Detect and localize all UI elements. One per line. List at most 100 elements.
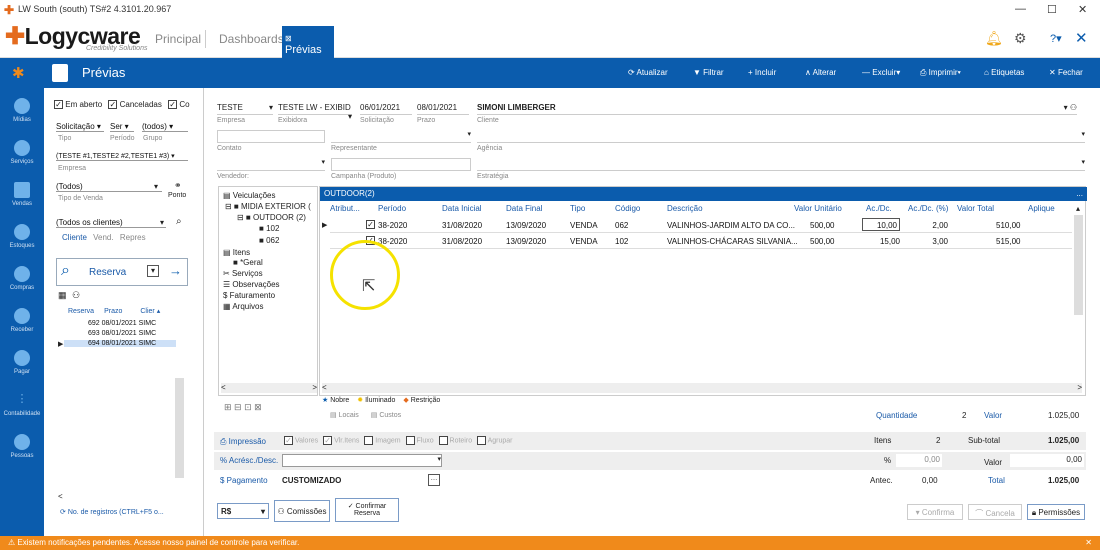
col-header[interactable]: Período — [378, 204, 406, 213]
cancela-button[interactable]: ⌒ Cancela — [968, 504, 1022, 520]
table-row-selected[interactable]: 694 08/01/2021 SIMC — [64, 340, 176, 347]
labels-button[interactable]: ⌂ Etiquetas — [984, 68, 1024, 77]
table-row[interactable]: ✓ 38-2020 31/08/2020 13/09/2020 VENDA 06… — [330, 217, 1072, 233]
close-button[interactable]: ✕ Fechar — [1049, 68, 1083, 77]
close-notification-icon[interactable]: ✕ — [1085, 538, 1092, 547]
close-window-icon[interactable]: ✕ — [1078, 3, 1087, 16]
scroll-left-icon[interactable]: < — [58, 492, 63, 501]
representante-select[interactable]: ▾ — [331, 130, 471, 143]
col-header[interactable]: Atribut... — [330, 204, 360, 213]
tree-node[interactable]: ☰ Observações — [223, 280, 280, 289]
table-row[interactable]: 692 08/01/2021 SIMC — [88, 320, 156, 327]
clientes-select[interactable]: (Todos os clientes) — [56, 218, 166, 228]
sidebar-item-compras[interactable]: Compras — [0, 266, 44, 291]
edit-button[interactable]: ∧ Alterar — [805, 68, 836, 77]
col-header[interactable]: Valor Unitário — [794, 204, 842, 213]
grid-hscrollbar[interactable]: < > — [322, 383, 1082, 393]
col-header[interactable]: Descrição — [667, 204, 703, 213]
col-header[interactable]: Aplique — [1028, 204, 1055, 213]
maximize-icon[interactable]: ☐ — [1047, 3, 1057, 16]
sidebar-item-servicos[interactable]: Serviços — [0, 140, 44, 165]
pagamento-more-button[interactable]: … — [428, 474, 440, 486]
sidebar-item-pagar[interactable]: Pagar — [0, 350, 44, 375]
binoculars-icon[interactable]: ⚭ — [174, 180, 182, 191]
estrategia-select[interactable]: ▾ — [477, 158, 1085, 171]
registros-link[interactable]: ⟳ No. de registros (CTRL+F5 o... — [60, 508, 164, 516]
col-header[interactable]: Código — [615, 204, 640, 213]
add-button[interactable]: + Incluir — [748, 68, 776, 77]
acdc-input[interactable]: 10,00 — [862, 218, 900, 231]
delete-button[interactable]: — Excluir▾ — [862, 68, 900, 77]
tab-locais[interactable]: ▤ Locais — [330, 412, 359, 419]
checkbox-em-aberto[interactable]: ✓ — [54, 100, 63, 110]
settings-gear-icon[interactable]: ✱ — [12, 64, 25, 82]
sidebar-item-vendas[interactable]: Vendas — [0, 182, 44, 207]
sidebar-item-receber[interactable]: Receber — [0, 308, 44, 333]
tab-vend[interactable]: Vend. — [93, 233, 113, 242]
exibidora-select[interactable]: TESTE LW - EXIBID ▾ — [278, 103, 352, 121]
sidebar-item-estoques[interactable]: Estoques — [0, 224, 44, 249]
tree-node[interactable]: ■ 102 — [259, 224, 279, 233]
people-filter-icon[interactable]: ⚇ — [72, 290, 80, 301]
tree-node[interactable]: ✂ Serviços — [223, 269, 263, 278]
comissoes-button[interactable]: ⚇ Comissões — [274, 500, 330, 522]
acresc-select[interactable]: ▾ — [282, 454, 442, 467]
cliente-field[interactable]: SIMONI LIMBERGER ▾ ⚇ — [477, 103, 1077, 115]
tree-scrollbar[interactable]: < > — [221, 383, 317, 393]
search-icon[interactable]: ⌕ — [176, 216, 182, 227]
close-tab-icon[interactable]: ✕ — [1075, 29, 1088, 47]
vendedor-select[interactable]: ▾ — [217, 158, 325, 171]
tree-node[interactable]: ⊟ ■ MIDIA EXTERIOR ( — [225, 202, 311, 211]
sidebar-item-pessoas[interactable]: Pessoas — [0, 434, 44, 459]
col-header[interactable]: Tipo — [570, 204, 585, 213]
agencia-select[interactable]: ▾ — [477, 130, 1085, 143]
tree-node[interactable]: ▤ Veiculações — [223, 191, 275, 200]
col-header[interactable]: Data Final — [506, 204, 542, 213]
tree-node[interactable]: ▦ Arquivos — [223, 302, 263, 311]
tab-repres[interactable]: Repres — [120, 233, 146, 242]
minimize-icon[interactable]: — — [1015, 3, 1026, 15]
scrollbar[interactable] — [175, 378, 184, 478]
tree-node[interactable]: ■ 062 — [259, 236, 279, 245]
col-header[interactable]: Data Inicial — [442, 204, 482, 213]
notification-text[interactable]: Existem notificações pendentes. Acesse n… — [17, 538, 299, 547]
tab-previas[interactable]: ⊠ Prévias — [282, 26, 334, 58]
valor-input[interactable]: 0,00 — [1010, 454, 1084, 467]
col-header[interactable]: Ac./Dc. (%) — [908, 204, 948, 213]
chevron-down-icon[interactable]: ▾ — [154, 182, 158, 191]
bell-icon[interactable]: 🔔︎ — [985, 30, 1003, 47]
chevron-down-icon[interactable]: ▾ — [160, 218, 164, 227]
grid-icon[interactable]: ▦ — [58, 290, 67, 301]
confirma-button[interactable]: ▾ Confirma — [907, 504, 963, 520]
gear-icon[interactable]: ⚙ — [1014, 30, 1027, 47]
table-row[interactable]: ✓ 38-2020 31/08/2020 13/09/2020 VENDA 10… — [330, 233, 1072, 249]
empresa-select[interactable]: (TESTE #1,TESTE2 #2,TESTE1 #3) ▾ — [56, 152, 188, 161]
col-header[interactable]: Valor Total — [957, 204, 994, 213]
arrow-right-icon[interactable]: → — [169, 263, 182, 278]
table-row[interactable]: 693 08/01/2021 SIMC — [88, 330, 156, 337]
checkbox-co[interactable]: ✓ — [168, 100, 178, 110]
tree-node[interactable]: ⊟ ■ OUTDOOR (2) — [237, 213, 306, 222]
reserva-search[interactable]: ⌕ Reserva ▾ → — [56, 258, 188, 286]
empresa-select[interactable]: TESTE ▾ — [217, 103, 273, 115]
solicitacao-field[interactable]: 06/01/2021 — [360, 103, 412, 115]
grupo-select[interactable]: (todos) ▾ — [142, 122, 188, 132]
tree-node[interactable]: ▤ Itens — [223, 248, 250, 257]
contato-field[interactable] — [217, 130, 325, 143]
currency-select[interactable]: R$ ▾ — [217, 503, 269, 519]
tree-toolbar-icons[interactable]: ⊞ ⊟ ⊡ ⊠ — [224, 402, 262, 413]
campanha-field[interactable] — [331, 158, 471, 171]
tipo-venda-select[interactable]: (Todos) — [56, 182, 162, 192]
prazo-field[interactable]: 08/01/2021 — [417, 103, 469, 115]
permissoes-button[interactable]: 🔒︎ Permissões — [1027, 504, 1085, 520]
grid-vscrollbar[interactable] — [1074, 215, 1083, 315]
sidebar-item-contabilidade[interactable]: ⋮ Contabilidade — [0, 392, 44, 417]
ser-select[interactable]: Ser ▾ — [110, 122, 134, 132]
confirmar-reserva-button[interactable]: ✓ Confirmar Reserva — [335, 498, 399, 522]
tab-cliente[interactable]: Cliente — [62, 233, 87, 242]
checkbox-canceladas[interactable]: ✓ — [108, 100, 118, 110]
refresh-button[interactable]: ⟳ Atualizar — [628, 68, 668, 77]
filter-button[interactable]: ▼ Filtrar — [693, 68, 724, 77]
tab-custos[interactable]: ▤ Custos — [371, 412, 401, 419]
tree-node[interactable]: $ Faturamento — [223, 291, 275, 300]
